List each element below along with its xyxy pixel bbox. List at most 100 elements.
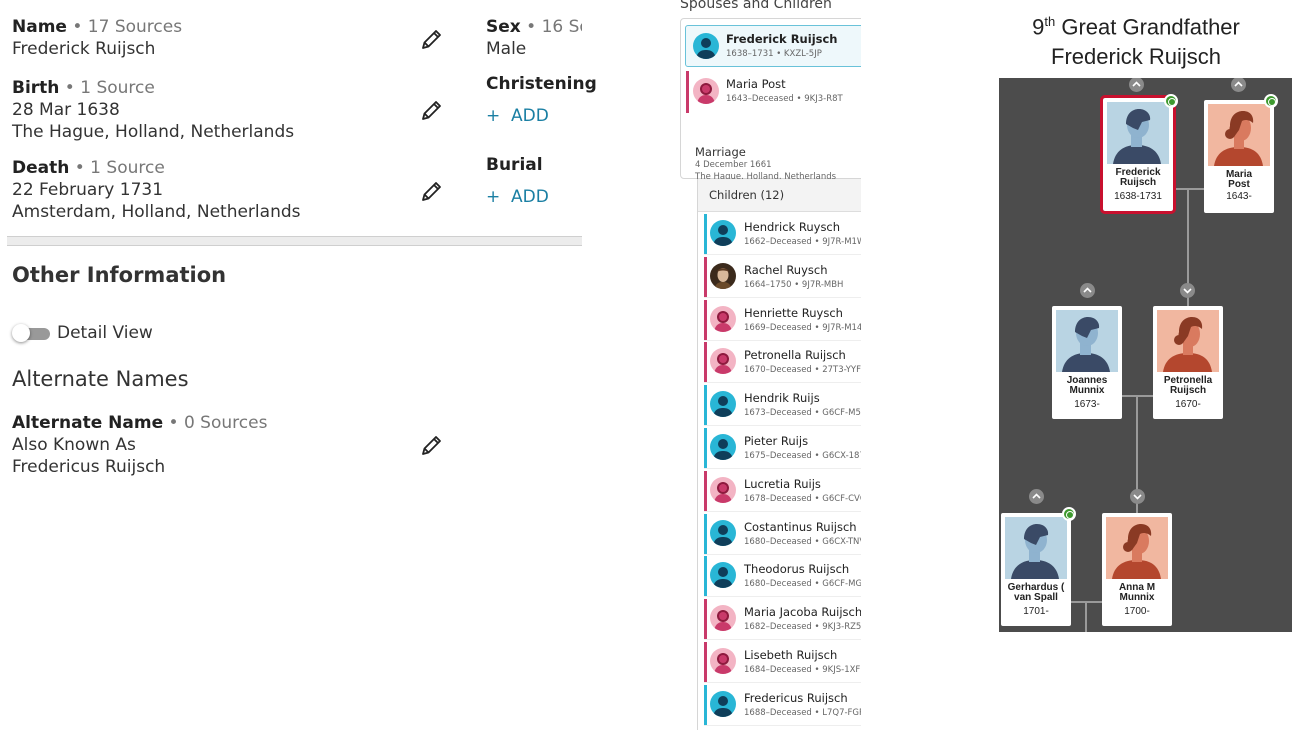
sex-value: Male bbox=[486, 39, 527, 59]
add-burial-link[interactable]: + ADD bbox=[486, 186, 549, 208]
alternate-name-sources[interactable]: • 0 Sources bbox=[163, 413, 268, 433]
edit-alternate-name-pencil-icon[interactable] bbox=[420, 433, 444, 457]
gender-bar bbox=[704, 513, 707, 554]
child-meta: 1664–1750 • 9J7R-MBH bbox=[744, 279, 844, 290]
card-name: Petronella Ruijsch bbox=[1163, 375, 1213, 396]
children-count-label: Children (12) bbox=[709, 188, 785, 202]
child-row[interactable]: Hendrick Ruysch 1662–Deceased • 9J7R-M1W bbox=[704, 214, 861, 255]
child-row[interactable]: Lisebeth Ruijsch 1684–Deceased • 9KJS-1XF bbox=[704, 642, 861, 683]
child-name: Hendrik Ruijs bbox=[744, 391, 820, 406]
child-meta: 1680–Deceased • G6CX-TNV bbox=[744, 536, 861, 547]
other-information-heading: Other Information bbox=[12, 263, 227, 287]
male-portrait-icon bbox=[1056, 310, 1118, 372]
female-avatar-icon bbox=[693, 78, 719, 104]
detail-view-label: Detail View bbox=[57, 323, 153, 343]
child-row[interactable]: Rachel Ruysch 1664–1750 • 9J7R-MBH bbox=[704, 256, 861, 298]
wife-row[interactable]: Maria Post 1643–Deceased • 9KJ3-R8T bbox=[686, 71, 861, 113]
male-avatar-icon bbox=[710, 562, 736, 589]
sex-fact: Sex • 16 Sou Male bbox=[486, 16, 582, 60]
detail-view-toggle[interactable] bbox=[12, 324, 50, 342]
edit-death-pencil-icon[interactable] bbox=[420, 179, 444, 203]
gender-bar bbox=[704, 299, 707, 340]
child-name: Maria Jacoba Ruijsch bbox=[744, 605, 861, 620]
person-card-gerhardus[interactable]: Gerhardus (van Spall 1701- bbox=[1001, 513, 1071, 626]
gender-bar bbox=[704, 599, 707, 640]
add-christening-link[interactable]: + ADD bbox=[486, 105, 597, 127]
gender-bar bbox=[704, 642, 707, 682]
card-name: Joannes Munnix bbox=[1066, 375, 1108, 396]
expand-parents-chevron-up-icon[interactable] bbox=[1029, 489, 1044, 504]
child-row[interactable]: Lucretia Ruijs 1678–Deceased • G6CF-CVQ bbox=[704, 470, 861, 512]
birth-fact: Birth • 1 Source 28 Mar 1638 The Hague, … bbox=[12, 77, 294, 143]
death-sources[interactable]: • 1 Source bbox=[69, 158, 165, 178]
husband-row[interactable]: Frederick Ruijsch 1638–1731 • KXZL-5JP bbox=[685, 25, 861, 67]
child-meta: 1678–Deceased • G6CF-CVQ bbox=[744, 493, 861, 504]
child-row[interactable]: Fredericus Ruijsch 1688–Deceased • L7Q7-F… bbox=[704, 684, 861, 726]
card-name: Frederick Ruijsch bbox=[1115, 167, 1161, 188]
alternate-name-value: Fredericus Ruijsch bbox=[12, 457, 166, 477]
expand-parents-chevron-up-icon[interactable] bbox=[1080, 283, 1095, 298]
collapse-chevron-down-icon[interactable] bbox=[1180, 283, 1195, 298]
edit-name-pencil-icon[interactable] bbox=[420, 27, 444, 51]
gender-bar bbox=[704, 256, 707, 297]
card-name: Anna M Munnix bbox=[1118, 582, 1156, 603]
birth-sources[interactable]: • 1 Source bbox=[59, 78, 155, 98]
child-row[interactable]: Maria Jacoba Ruijsch 1682–Deceased • 9KJ3… bbox=[704, 599, 861, 641]
expand-parents-chevron-up-icon[interactable] bbox=[1231, 78, 1246, 92]
person-card-joannes[interactable]: Joannes Munnix 1673- bbox=[1052, 306, 1122, 419]
tree-relationship-title: 9th Great Grandfather bbox=[1001, 14, 1271, 40]
child-name: Costantinus Ruijsch bbox=[744, 519, 857, 534]
child-name: Pieter Ruijs bbox=[744, 434, 809, 448]
female-avatar-icon bbox=[710, 348, 736, 375]
birth-place: The Hague, Holland, Netherlands bbox=[12, 122, 295, 142]
child-row[interactable]: Theodorus Ruijsch 1680–Deceased • G6CF-MG… bbox=[704, 556, 861, 598]
card-years: 1638-1731 bbox=[1114, 191, 1162, 202]
record-hint-icon[interactable] bbox=[1062, 507, 1076, 521]
child-name: Lucretia Ruijs bbox=[744, 476, 821, 491]
male-avatar-icon bbox=[710, 391, 736, 418]
burial-label: Burial bbox=[486, 155, 543, 175]
child-row[interactable]: Henriette Ruysch 1669–Deceased • 9J7R-M14 bbox=[704, 299, 861, 341]
male-avatar-icon bbox=[710, 220, 736, 246]
name-fact: Name • 17 Sources Frederick Ruijsch bbox=[12, 16, 182, 60]
christening-fact: Christening + ADD bbox=[486, 73, 597, 127]
female-portrait-icon bbox=[1208, 104, 1270, 166]
collapse-chevron-down-icon[interactable] bbox=[1130, 489, 1145, 504]
child-row[interactable]: Pieter Ruijs 1675–Deceased • G6CX-187 bbox=[704, 428, 861, 469]
marriage-date: 4 December 1661 bbox=[695, 160, 772, 170]
gender-bar bbox=[704, 556, 707, 597]
wife-name: Maria Post bbox=[726, 77, 786, 91]
record-hint-icon[interactable] bbox=[1264, 94, 1278, 108]
child-meta: 1669–Deceased • 9J7R-M14 bbox=[744, 322, 861, 333]
burial-fact: Burial + ADD bbox=[486, 154, 549, 208]
child-meta: 1675–Deceased • G6CX-187 bbox=[744, 451, 861, 461]
family-card: Frederick Ruijsch 1638–1731 • KXZL-5JP M… bbox=[680, 18, 861, 182]
child-row[interactable]: Petronella Ruijsch 1670–Deceased • 27T3-Y… bbox=[704, 342, 861, 384]
person-card-petronella[interactable]: Petronella Ruijsch 1670- bbox=[1153, 306, 1223, 419]
sex-sources[interactable]: • 16 Sou bbox=[521, 17, 582, 37]
edit-birth-pencil-icon[interactable] bbox=[420, 98, 444, 122]
spouses-and-children-panel: Spouses and Children Frederick Ruijsch 1… bbox=[678, 0, 861, 730]
child-meta: 1682–Deceased • 9KJ3-RZ5 bbox=[744, 622, 861, 633]
female-portrait-icon bbox=[1157, 310, 1219, 372]
card-name: Gerhardus (van Spall bbox=[1007, 582, 1065, 603]
child-row[interactable]: Hendrik Ruijs 1673–Deceased • G6CF-M52 bbox=[704, 385, 861, 427]
tree-title-suffix: th bbox=[1044, 14, 1056, 29]
male-avatar-icon bbox=[710, 434, 736, 460]
children-header[interactable]: Children (12) bbox=[698, 179, 861, 212]
child-row[interactable]: Costantinus Ruijsch 1680–Deceased • G6CX-… bbox=[704, 513, 861, 555]
death-label: Death bbox=[12, 158, 70, 178]
person-card-anna[interactable]: Anna M Munnix 1700- bbox=[1102, 513, 1172, 626]
male-avatar-icon bbox=[710, 690, 736, 717]
child-name: Theodorus Ruijsch bbox=[744, 562, 850, 577]
person-card-frederick[interactable]: Frederick Ruijsch 1638-1731 bbox=[1100, 95, 1176, 214]
card-name: Maria Post bbox=[1225, 169, 1253, 190]
person-card-maria[interactable]: Maria Post 1643- bbox=[1204, 100, 1274, 213]
expand-parents-chevron-up-icon[interactable] bbox=[1129, 78, 1144, 92]
child-meta: 1670–Deceased • 27T3-YYF bbox=[744, 365, 861, 376]
record-hint-icon[interactable] bbox=[1164, 94, 1178, 108]
female-bar bbox=[686, 71, 689, 113]
death-date: 22 February 1731 bbox=[12, 180, 164, 200]
name-sources[interactable]: • 17 Sources bbox=[67, 17, 182, 37]
card-years: 1643- bbox=[1226, 191, 1252, 202]
